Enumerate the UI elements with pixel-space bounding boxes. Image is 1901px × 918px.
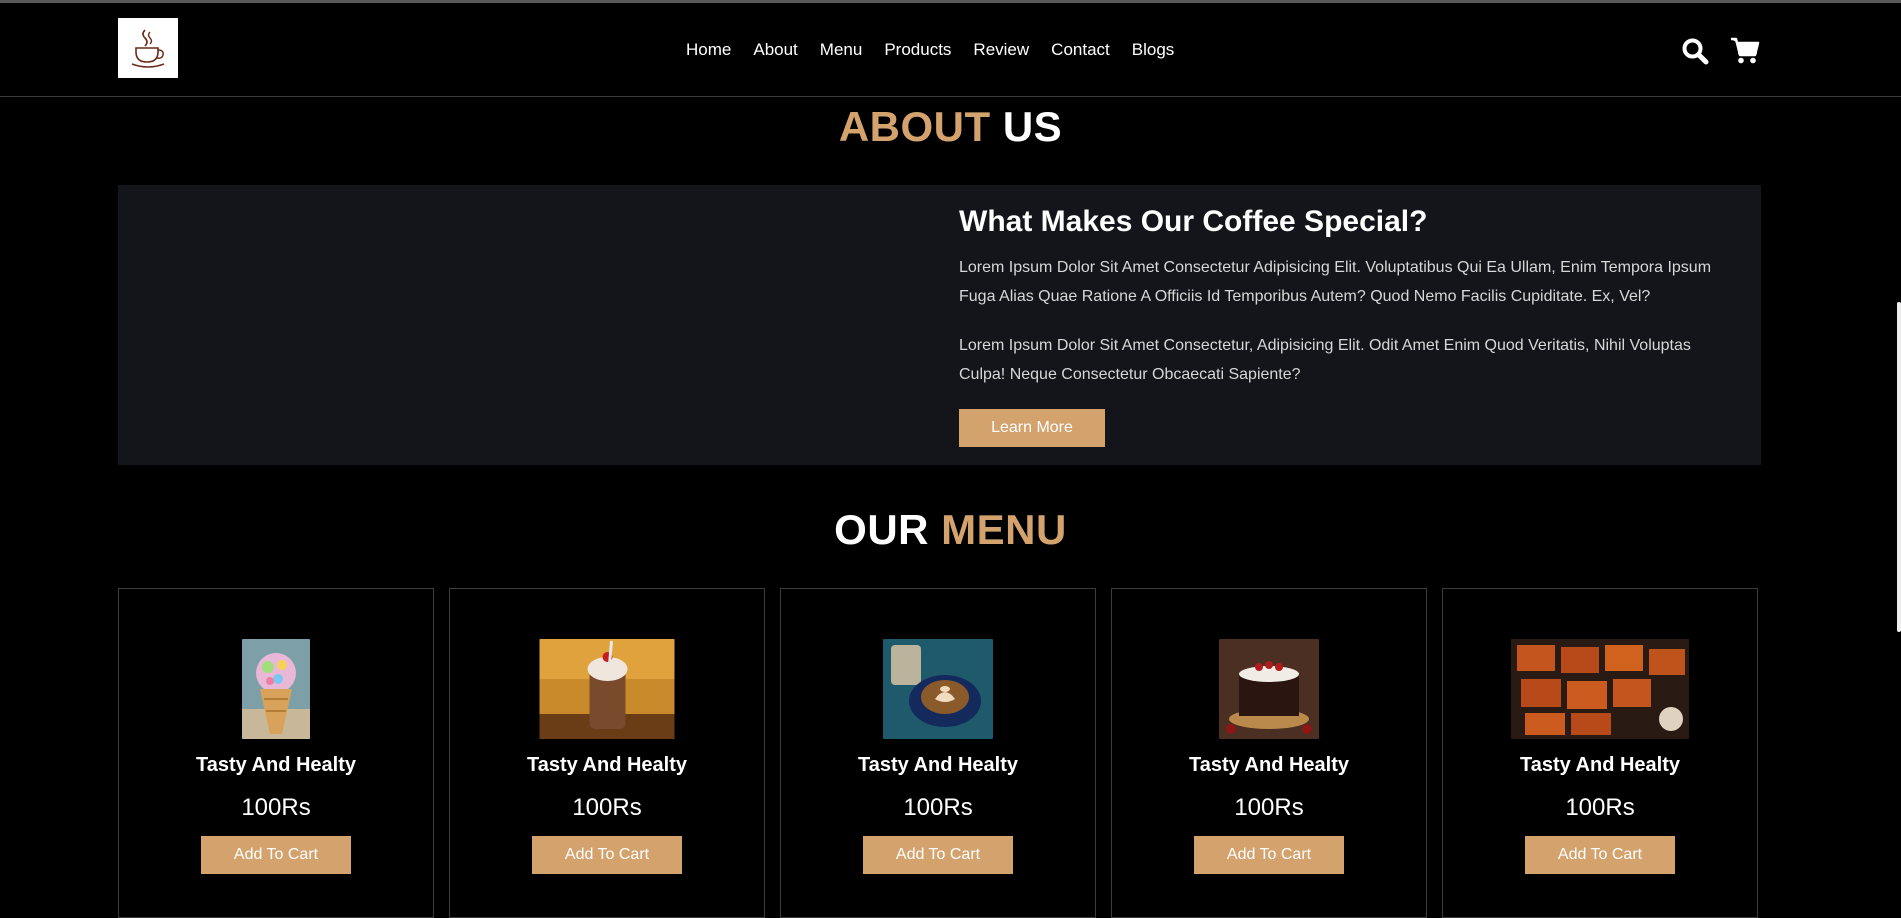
nav-home[interactable]: Home [686,40,731,60]
about-heading: What Makes Our Coffee Special? [959,205,1428,238]
card-title: Tasty And Healty [1188,754,1350,776]
coffee-cup-icon [131,29,165,68]
learn-more-button[interactable]: Learn More [959,409,1105,447]
coffee-image [883,639,993,739]
nav-about[interactable]: About [753,40,797,60]
about-title-rest: US [1002,103,1063,150]
milkshake-image [539,639,675,739]
card-price: 100Rs [572,794,642,821]
card-title: Tasty And Healty [1519,754,1681,776]
add-to-cart-button[interactable]: Add To Cart [863,836,1013,874]
card-title: Tasty And Healty [857,754,1019,776]
menu-title-first: OUR [834,506,929,553]
menu-title-accent: MENU [941,506,1067,553]
about-section-title: ABOUT US [0,103,1901,151]
menu-card: Tasty And Healty 100Rs Add To Cart [118,588,434,918]
card-price: 100Rs [1565,794,1635,821]
card-price: 100Rs [903,794,973,821]
header-actions [1679,36,1761,66]
menu-card: Tasty And Healty 100Rs Add To Cart [780,588,1096,918]
site-logo[interactable] [118,18,178,78]
about-paragraph-1: Lorem Ipsum Dolor Sit Amet Consectetur A… [959,259,1712,305]
nav-products[interactable]: Products [884,40,951,60]
nav-menu[interactable]: Menu [820,40,863,60]
menu-card: Tasty And Healty 100Rs Add To Cart [1111,588,1427,918]
add-to-cart-button[interactable]: Add To Cart [1194,836,1344,874]
about-panel: What Makes Our Coffee Special? Lorem Ips… [118,185,1761,465]
nav-contact[interactable]: Contact [1051,40,1110,60]
cart-button[interactable] [1729,36,1761,66]
search-icon [1682,38,1709,65]
about-paragraph-2: Lorem Ipsum Dolor Sit Amet Consectetur, … [959,337,1691,383]
nav-blogs[interactable]: Blogs [1132,40,1175,60]
add-to-cart-button[interactable]: Add To Cart [532,836,682,874]
site-header: Home About Menu Products Review Contact … [0,3,1901,97]
nav-review[interactable]: Review [973,40,1029,60]
page-scrollbar[interactable] [1897,302,1901,632]
card-price: 100Rs [1234,794,1304,821]
ice-cream-image [242,639,310,739]
card-price: 100Rs [241,794,311,821]
main-nav: Home About Menu Products Review Contact … [686,40,1196,60]
card-title: Tasty And Healty [195,754,357,776]
add-to-cart-button[interactable]: Add To Cart [1525,836,1675,874]
paneer-tikka-image [1511,639,1689,739]
menu-card: Tasty And Healty 100Rs Add To Cart [449,588,765,918]
menu-section-title: OUR MENU [0,506,1901,554]
menu-card: Tasty And Healty 100Rs Add To Cart [1442,588,1758,918]
cake-image [1219,639,1319,739]
about-title-accent: ABOUT [838,103,991,150]
search-button[interactable] [1679,36,1711,66]
about-content: What Makes Our Coffee Special? Lorem Ips… [959,205,1739,447]
menu-grid: Tasty And Healty 100Rs Add To Cart Tasty… [118,588,1761,918]
card-title: Tasty And Healty [526,754,688,776]
cart-icon [1731,37,1760,64]
add-to-cart-button[interactable]: Add To Cart [201,836,351,874]
